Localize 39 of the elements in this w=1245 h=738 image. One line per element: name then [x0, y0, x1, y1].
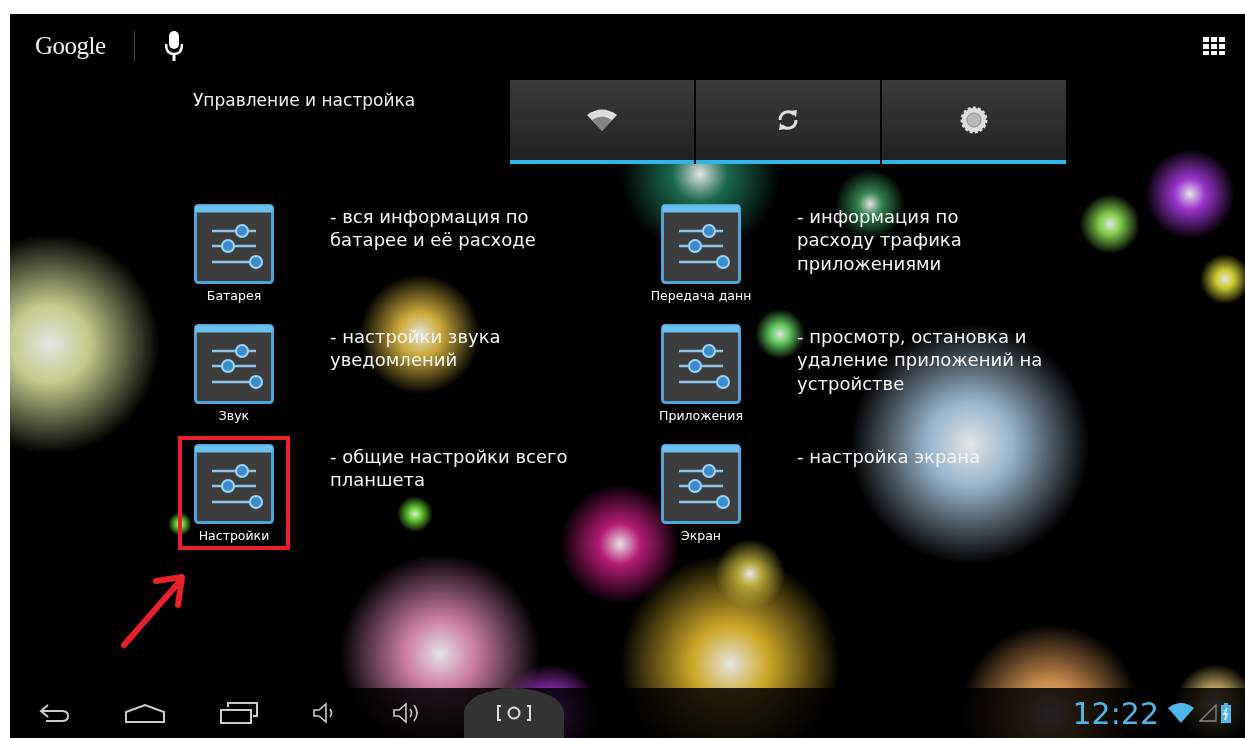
settings-sliders-icon: [194, 324, 274, 404]
settings-sliders-icon: [661, 204, 741, 284]
wifi-icon: [586, 108, 618, 132]
battery-icon: [1221, 703, 1231, 723]
app-shortcut[interactable]: Батарея: [178, 196, 290, 310]
app-label: Приложения: [659, 408, 743, 423]
app-description: - общие настройки всего планшета: [330, 445, 568, 492]
app-shortcut[interactable]: Экран: [645, 436, 757, 550]
home-icon[interactable]: [124, 703, 166, 723]
app-description: - информация по расходу трафика приложениями: [797, 205, 962, 276]
settings-sliders-icon: [194, 204, 274, 284]
wifi-signal-icon: [1167, 702, 1195, 724]
toggle-button[interactable]: [510, 80, 694, 164]
clock-time: 12:22: [1072, 695, 1159, 731]
app-shortcut[interactable]: Приложения: [645, 316, 757, 430]
brightness-icon: [960, 106, 988, 134]
app-label: Экран: [680, 528, 721, 543]
app-shortcut[interactable]: Передача данн: [645, 196, 757, 310]
screenshot-icon[interactable]: [496, 704, 532, 722]
app-grid-icon[interactable]: [1203, 37, 1225, 55]
cell-signal-icon: [1199, 704, 1217, 722]
google-logo[interactable]: Google: [35, 32, 106, 60]
toggle-button[interactable]: [696, 80, 880, 164]
microphone-icon[interactable]: [164, 31, 183, 61]
recents-icon[interactable]: [220, 702, 258, 724]
toggle-button[interactable]: [882, 80, 1066, 164]
app-label: Батарея: [206, 288, 262, 303]
settings-sliders-icon: [661, 324, 741, 404]
settings-sliders-icon: [194, 444, 274, 524]
settings-sliders-icon: [661, 444, 741, 524]
app-label: Настройки: [198, 528, 270, 543]
app-label: Звук: [218, 408, 250, 423]
back-icon[interactable]: [38, 703, 70, 723]
app-description: - просмотр, остановка и удаление приложений на устройстве: [797, 325, 1043, 396]
app-label: Передача данн: [650, 288, 752, 303]
app-shortcut[interactable]: Звук: [178, 316, 290, 430]
widget-title: Управление и настройка: [193, 90, 417, 112]
app-description: - вся информация по батарее и её расходе: [330, 205, 536, 252]
app-shortcut[interactable]: Настройки: [178, 436, 290, 550]
